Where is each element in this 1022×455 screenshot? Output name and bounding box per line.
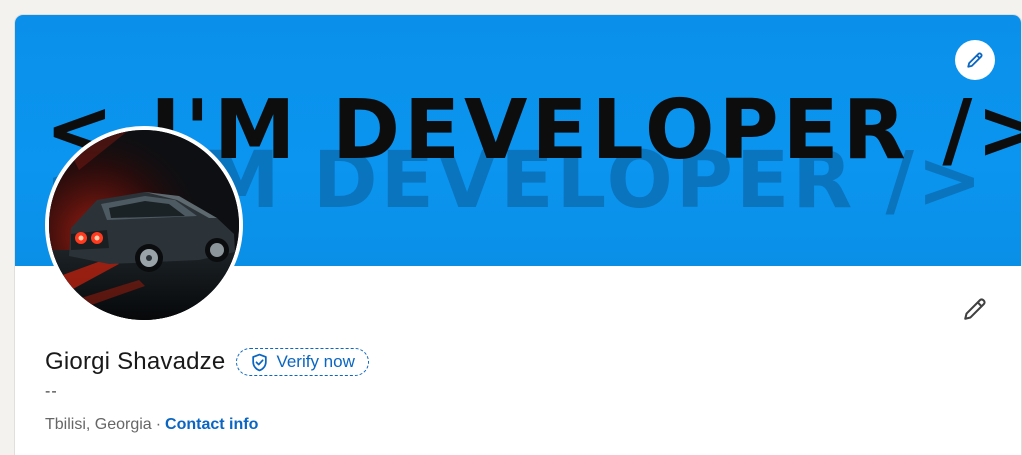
car-photo-icon — [49, 130, 239, 320]
name-row: Giorgi Shavadze Verify now — [45, 344, 369, 380]
avatar-photo — [49, 130, 239, 320]
profile-headline: -- — [45, 383, 58, 400]
location-row: Tbilisi, Georgia · Contact info — [45, 416, 258, 434]
profile-avatar[interactable] — [45, 126, 243, 324]
location-separator: · — [155, 416, 162, 433]
profile-location: Tbilisi, Georgia — [45, 416, 152, 433]
contact-info-link[interactable]: Contact info — [165, 416, 258, 433]
verify-now-label: Verify now — [276, 352, 355, 371]
verify-now-button[interactable]: Verify now — [236, 348, 369, 376]
profile-edit-button[interactable] — [957, 291, 993, 327]
banner-edit-button[interactable] — [955, 40, 995, 80]
profile-card: < I'M DEVELOPER /> < I'M DEVELOPER /> Gi… — [15, 15, 1021, 455]
shield-check-icon — [252, 353, 268, 371]
pencil-icon — [964, 298, 986, 320]
pencil-icon — [967, 52, 983, 68]
profile-name: Giorgi Shavadze — [45, 348, 226, 375]
